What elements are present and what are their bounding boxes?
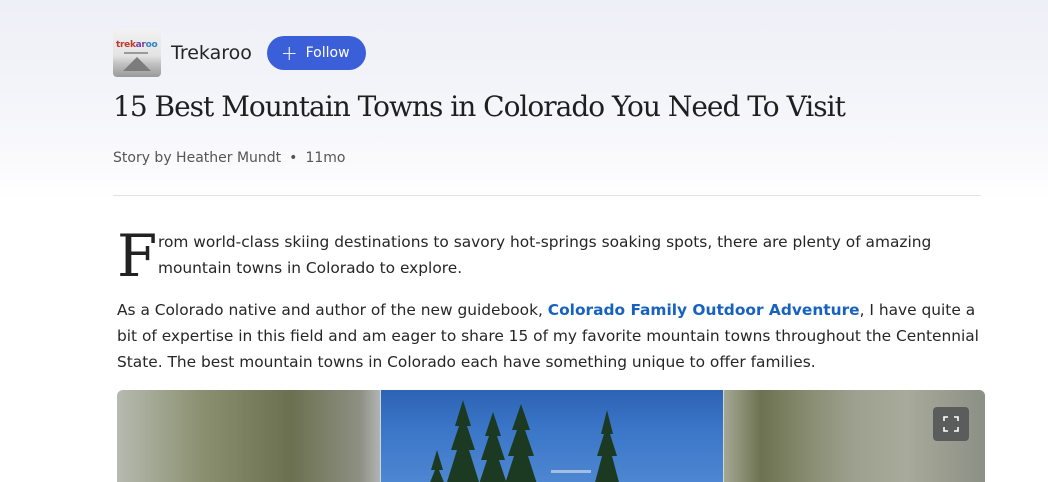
article-age: 11mo	[305, 150, 346, 166]
publisher-name[interactable]: Trekaroo	[171, 42, 252, 64]
logo-mountain-shape	[123, 57, 151, 71]
separator-dot: •	[289, 150, 298, 166]
paragraph-text-start: As a Colorado native and author of the n…	[117, 301, 548, 319]
pine-trees-graphic	[430, 400, 619, 482]
intro-text: rom world-class skiing destinations to s…	[158, 233, 932, 277]
fullscreen-icon	[943, 416, 959, 432]
article-byline: Story by Heather Mundt • 11mo	[113, 150, 345, 166]
publisher-header: trekaroo Trekaroo + Follow	[113, 29, 366, 77]
article-title: 15 Best Mountain Towns in Colorado You N…	[113, 90, 846, 123]
header-divider	[113, 195, 981, 196]
article-page: trekaroo Trekaroo + Follow 15 Best Mount…	[0, 0, 1048, 482]
plus-icon: +	[280, 41, 298, 65]
body-paragraph: As a Colorado native and author of the n…	[117, 297, 985, 375]
article-hero-image[interactable]	[117, 390, 985, 482]
logo-wordmark: trekaroo	[116, 40, 158, 50]
publisher-logo[interactable]: trekaroo	[113, 29, 161, 77]
logo-tagline-line	[124, 52, 148, 54]
author-credit: Story by Heather Mundt	[113, 150, 282, 166]
follow-label: Follow	[305, 45, 350, 61]
drop-cap: F	[117, 222, 158, 290]
intro-paragraph: From world-class skiing destinations to …	[117, 227, 985, 285]
guidebook-link[interactable]: Colorado Family Outdoor Adventure	[548, 301, 860, 319]
follow-button[interactable]: + Follow	[266, 36, 366, 70]
fullscreen-button[interactable]	[933, 407, 969, 441]
mountain-photo	[380, 390, 724, 482]
